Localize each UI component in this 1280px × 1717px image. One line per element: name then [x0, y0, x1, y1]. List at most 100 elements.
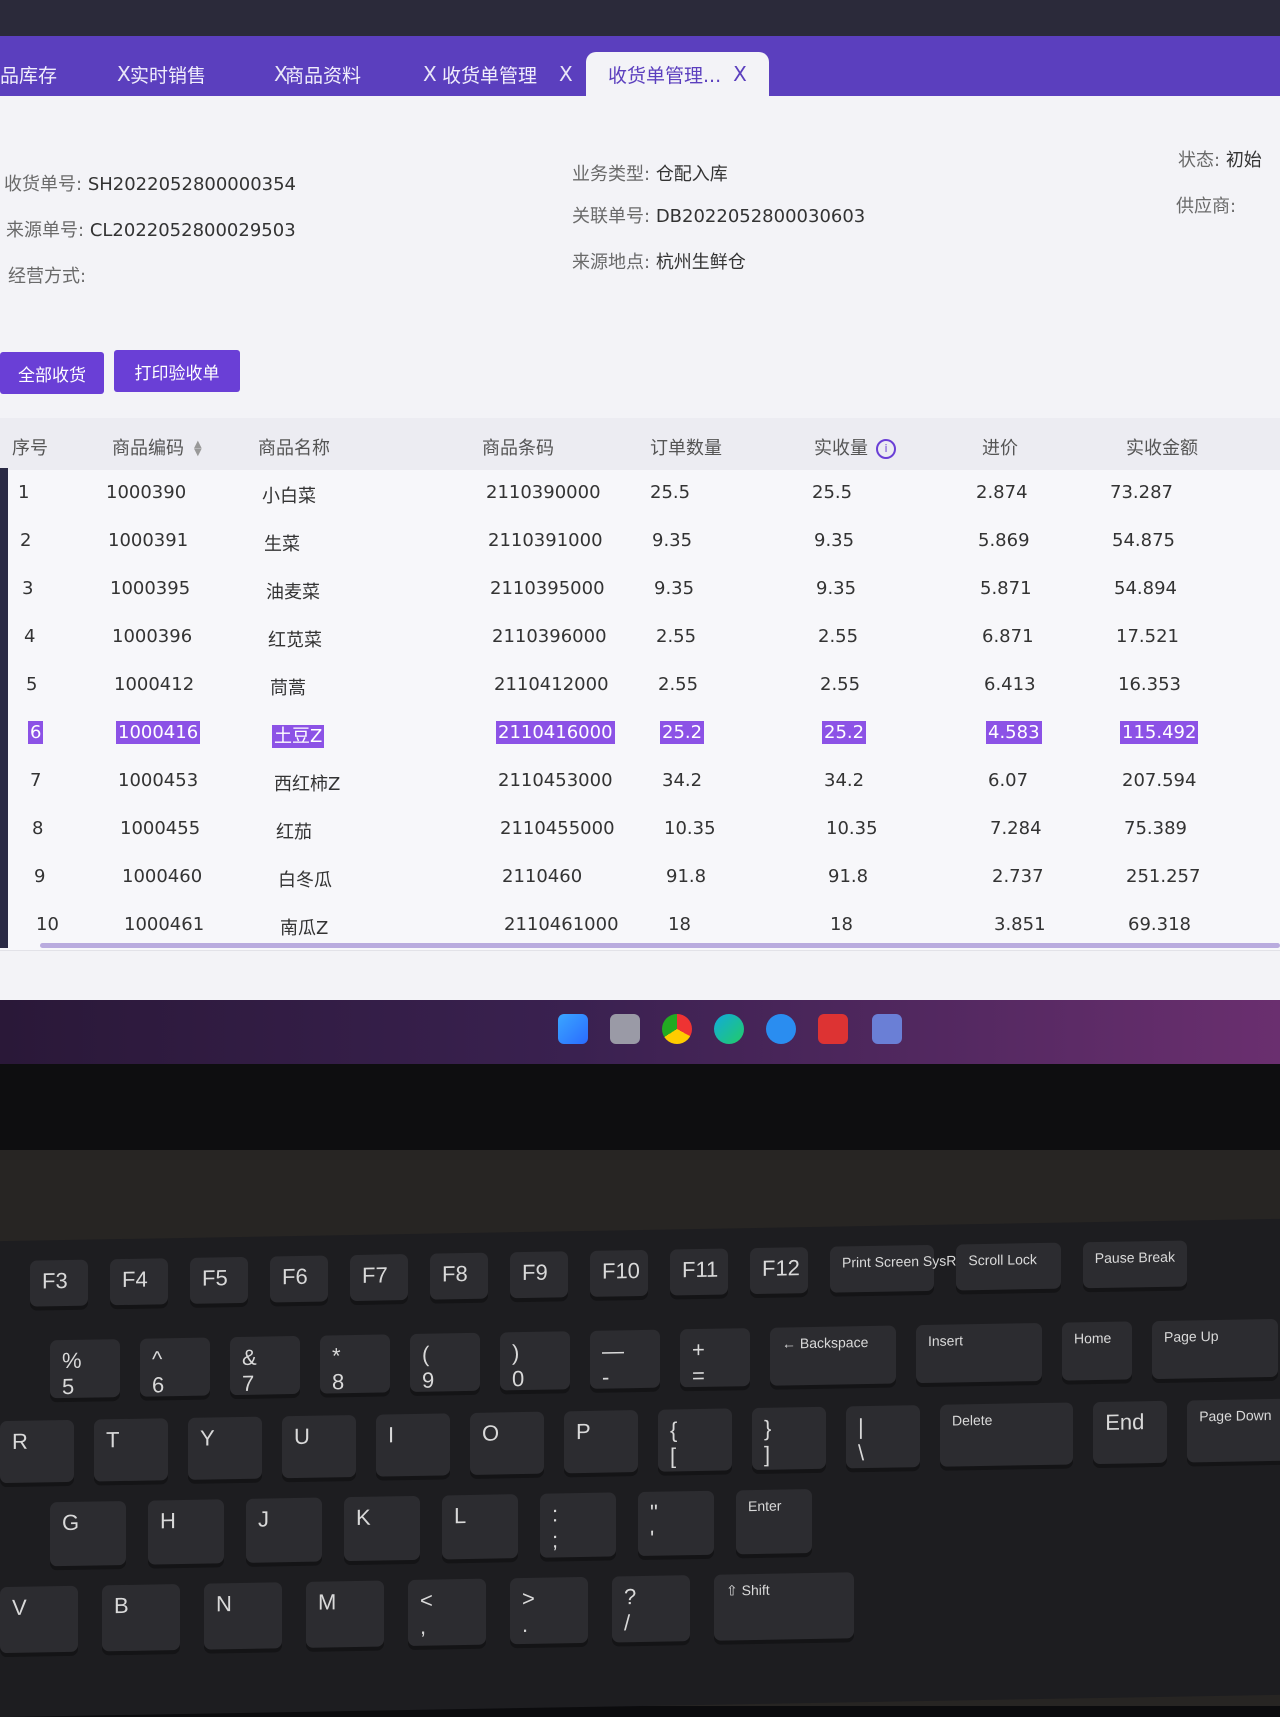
- table-row[interactable]: 7 1000453 西红柿Z 2110453000 34.2 34.2 6.07 207.59…: [0, 758, 1280, 807]
- table-cell: 18: [668, 914, 691, 935]
- table-cell: 3.851: [994, 914, 1046, 935]
- keyboard-key[interactable]: I: [376, 1413, 450, 1477]
- keyboard-key[interactable]: { [: [658, 1408, 732, 1472]
- keyboard-key[interactable]: % 5: [50, 1339, 120, 1399]
- keyboard-key[interactable]: Pause Break: [1082, 1240, 1188, 1289]
- close-icon[interactable]: X: [117, 62, 131, 86]
- keyboard-key[interactable]: Y: [188, 1416, 262, 1480]
- info-icon[interactable]: i: [876, 439, 896, 459]
- keyboard-key[interactable]: " ': [638, 1490, 714, 1557]
- keyboard-key[interactable]: F3: [30, 1259, 88, 1307]
- table-cell: 3: [22, 578, 34, 599]
- table-row[interactable]: 4 1000396 红苋菜 2110396000 2.55 2.55 6.871 17.521: [0, 614, 1280, 663]
- table-cell: 7.284: [990, 818, 1042, 839]
- chrome-icon[interactable]: [662, 1014, 692, 1044]
- tab-receipt-detail[interactable]: 收货单管理... X: [586, 52, 769, 96]
- keyboard-key[interactable]: } ]: [752, 1406, 826, 1471]
- keyboard-key[interactable]: Enter: [736, 1488, 812, 1555]
- table-cell: 2.737: [992, 866, 1044, 887]
- keyboard-key[interactable]: End: [1093, 1400, 1168, 1465]
- horizontal-scrollbar[interactable]: [40, 943, 1280, 948]
- keyboard-key[interactable]: P: [564, 1410, 638, 1474]
- keyboard-key[interactable]: : ;: [540, 1492, 616, 1558]
- keyboard-key[interactable]: M: [306, 1580, 384, 1648]
- keyboard-key[interactable]: F10: [590, 1249, 648, 1297]
- app-icon[interactable]: [872, 1014, 902, 1044]
- keyboard-key[interactable]: T: [94, 1418, 168, 1482]
- keyboard-key[interactable]: < ,: [408, 1578, 486, 1647]
- keyboard-key[interactable]: F11: [670, 1248, 728, 1296]
- keyboard-key[interactable]: F7: [350, 1254, 408, 1302]
- tab-realtime-sales[interactable]: 实时销售 X: [130, 52, 288, 96]
- windows-start-icon[interactable]: [558, 1014, 588, 1044]
- keyboard-key[interactable]: ( 9: [410, 1332, 480, 1393]
- keyboard-key[interactable]: B: [102, 1584, 180, 1652]
- keyboard-key[interactable]: ? /: [612, 1575, 690, 1643]
- search-app-icon[interactable]: [766, 1014, 796, 1044]
- edge-icon[interactable]: [714, 1014, 744, 1044]
- table-cell: 7: [30, 770, 42, 791]
- keyboard-key[interactable]: Scroll Lock: [956, 1242, 1061, 1291]
- table-cell: 1000461: [124, 914, 205, 935]
- keyboard-key[interactable]: F12: [750, 1247, 808, 1295]
- keyboard-key[interactable]: Page Up: [1152, 1318, 1278, 1380]
- keyboard-key[interactable]: H: [148, 1499, 224, 1565]
- tab-product-info[interactable]: 商品资料 X: [285, 52, 437, 96]
- keyboard-key[interactable]: ← Backspace: [770, 1325, 896, 1386]
- sort-icon[interactable]: ▲ ▼: [194, 440, 202, 458]
- table-cell: 10: [36, 914, 59, 935]
- keyboard-key[interactable]: Home: [1062, 1321, 1132, 1381]
- keyboard-key[interactable]: — -: [590, 1329, 660, 1390]
- table-row[interactable]: 2 1000391 生菜 2110391000 9.35 9.35 5.869 54.875: [0, 518, 1280, 567]
- keyboard-key[interactable]: O: [470, 1411, 544, 1475]
- keyboard-key[interactable]: + =: [680, 1328, 750, 1388]
- table-row[interactable]: 1 1000390 小白菜 2110390000 25.5 25.5 2.874 73.287: [0, 470, 1280, 519]
- table-cell: 小白菜: [262, 486, 316, 507]
- keyboard-key[interactable]: & 7: [230, 1335, 300, 1396]
- table-cell: 9.35: [814, 530, 855, 551]
- keyboard-key[interactable]: ^ 6: [140, 1337, 210, 1398]
- task-view-icon[interactable]: [610, 1014, 640, 1044]
- keyboard-key[interactable]: Print Screen SysRq: [830, 1244, 964, 1293]
- keyboard-key[interactable]: K: [344, 1495, 420, 1562]
- keyboard-key[interactable]: R: [0, 1419, 74, 1484]
- print-inspection-button[interactable]: 打印验收单: [114, 350, 240, 392]
- table-row[interactable]: 3 1000395 油麦菜 2110395000 9.35 9.35 5.871 54.894: [0, 566, 1280, 615]
- col-order-qty: 订单数量: [650, 438, 722, 459]
- keyboard-key[interactable]: V: [0, 1585, 78, 1654]
- table-row[interactable]: 9 1000460 白冬瓜 2110460 91.8 91.8 2.737 251.257: [0, 854, 1280, 903]
- close-icon[interactable]: X: [559, 62, 573, 86]
- keyboard-key[interactable]: F4: [110, 1258, 168, 1306]
- keyboard-key[interactable]: U: [282, 1414, 356, 1479]
- keyboard-key[interactable]: Page Down: [1187, 1398, 1280, 1463]
- table-row[interactable]: 8 1000455 红茄 2110455000 10.35 10.35 7.284 75.38…: [0, 806, 1280, 855]
- keyboard-key[interactable]: J: [246, 1497, 322, 1563]
- keyboard-key[interactable]: F6: [270, 1255, 328, 1303]
- table-row[interactable]: 6 1000416 土豆Z 2110416000 25.2 25.2 4.583 115.49…: [0, 710, 1280, 759]
- table-cell: 73.287: [1110, 482, 1173, 503]
- tab-inventory[interactable]: 品库存 X: [0, 52, 131, 96]
- table-cell: 2110412000: [494, 674, 609, 695]
- keyboard-key[interactable]: * 8: [320, 1334, 390, 1394]
- close-icon[interactable]: X: [423, 62, 437, 86]
- keyboard-key[interactable]: N: [204, 1582, 282, 1650]
- keyboard-key[interactable]: Insert: [916, 1322, 1042, 1384]
- keyboard-key[interactable]: F5: [190, 1256, 248, 1304]
- close-icon[interactable]: X: [733, 62, 747, 86]
- keyboard-key[interactable]: F8: [430, 1252, 488, 1300]
- keyboard-key[interactable]: | \: [846, 1405, 920, 1469]
- table-cell: 75.389: [1124, 818, 1187, 839]
- wps-icon[interactable]: [818, 1014, 848, 1044]
- table-row[interactable]: 5 1000412 茼蒿 2110412000 2.55 2.55 6.413 16.353: [0, 662, 1280, 711]
- keyboard-key[interactable]: ) 0: [500, 1331, 570, 1391]
- keyboard-key[interactable]: G: [50, 1500, 126, 1567]
- keyboard-key[interactable]: Delete: [940, 1402, 1074, 1467]
- keyboard-key[interactable]: L: [442, 1494, 518, 1560]
- tab-receipt-management[interactable]: 收货单管理 X: [442, 52, 573, 96]
- keyboard-key[interactable]: > .: [510, 1576, 588, 1645]
- table-cell: 1000395: [110, 578, 191, 599]
- keyboard-key[interactable]: F9: [510, 1251, 568, 1299]
- receive-all-button[interactable]: 全部收货: [0, 352, 104, 394]
- col-code[interactable]: 商品编码 ▲ ▼: [112, 434, 202, 460]
- keyboard-key[interactable]: ⇧ Shift: [714, 1572, 855, 1641]
